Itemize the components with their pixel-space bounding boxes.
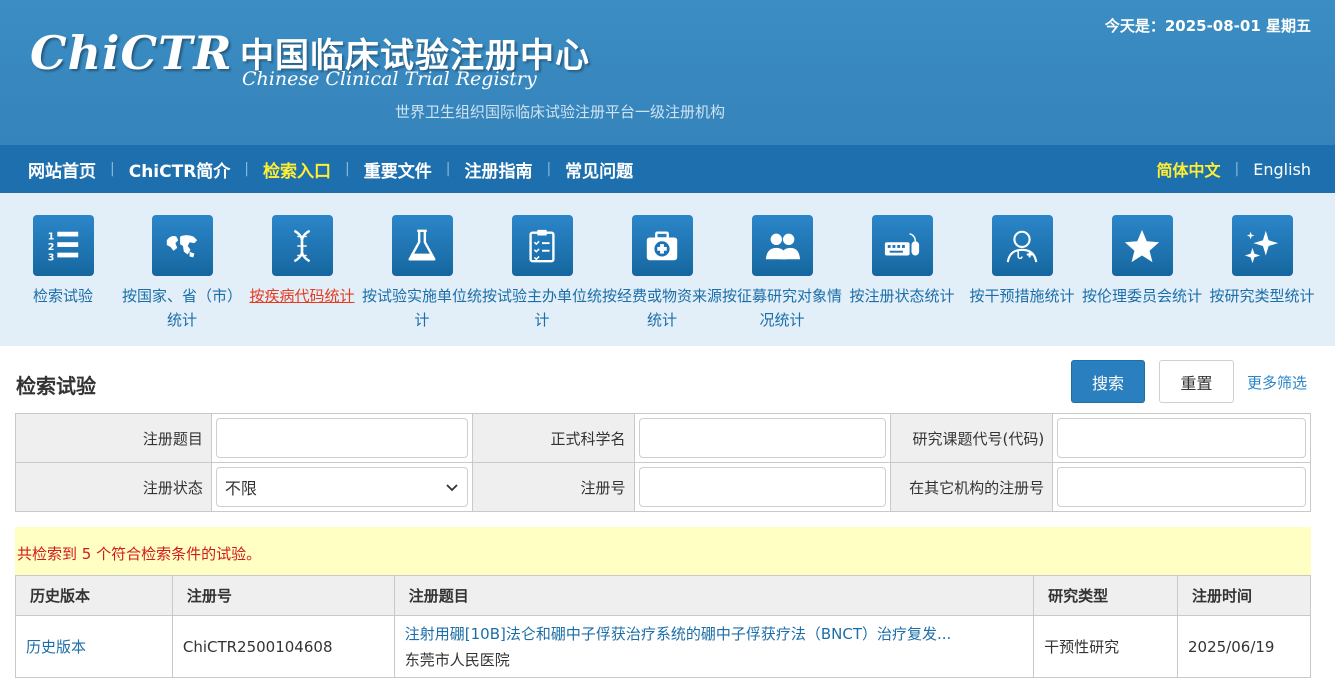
main-nav: 网站首页 | ChiCTR简介 | 检索入口 | 重要文件 | 注册指南 | 常… — [0, 145, 1335, 193]
search-button[interactable]: 搜索 — [1071, 360, 1145, 403]
svg-text:2: 2 — [48, 241, 55, 252]
history-version-link[interactable]: 历史版本 — [26, 638, 86, 656]
nav-search[interactable]: 检索入口 — [249, 157, 345, 182]
col-title: 注册题目 — [393, 575, 1035, 616]
nav-guide[interactable]: 注册指南 — [450, 157, 546, 182]
dna-icon — [271, 215, 333, 276]
today-date: 今天是：2025-08-01 星期五 — [1104, 17, 1311, 35]
page-title: 检索试验 — [16, 374, 96, 398]
nav-about[interactable]: ChiCTR简介 — [115, 157, 245, 182]
reg-date-cell: 2025/06/19 — [1177, 615, 1311, 678]
col-history: 历史版本 — [15, 575, 173, 616]
icon-ethics-stats[interactable]: 按伦理委员会统计 — [1082, 215, 1202, 308]
reg-no-label: 注册号 — [471, 462, 635, 512]
nav-documents[interactable]: 重要文件 — [350, 157, 446, 182]
reg-title-input[interactable] — [215, 418, 468, 458]
status-select[interactable]: 不限 — [215, 467, 468, 507]
chevron-down-icon — [446, 484, 458, 492]
sci-title-label: 正式科学名 — [471, 413, 635, 463]
results-table: 历史版本 注册号 注册题目 研究类型 注册时间 历史版本 ChiCTR25001… — [15, 575, 1311, 678]
nav-home[interactable]: 网站首页 — [14, 157, 110, 182]
trial-title-link[interactable]: 注射用硼[10B]法仑和硼中子俘获治疗系统的硼中子俘获疗法（BNCT）治疗复发.… — [405, 623, 1033, 644]
icon-implementer-stats[interactable]: 按试验实施单位统计 — [362, 215, 482, 332]
flask-icon — [391, 215, 453, 276]
icon-label: 按干预措施统计 — [969, 287, 1075, 305]
icon-label: 按国家、省（市）统计 — [122, 287, 243, 329]
icon-label: 按疾病代码统计 — [249, 287, 355, 305]
medical-kit-icon — [631, 215, 693, 276]
icon-label: 按经费或物资来源统计 — [602, 287, 723, 329]
icon-funding-stats[interactable]: 按经费或物资来源统计 — [602, 215, 722, 332]
sparkle-icon — [1231, 215, 1293, 276]
col-reg-date: 注册时间 — [1177, 575, 1311, 616]
icon-study-type-stats[interactable]: 按研究类型统计 — [1202, 215, 1322, 308]
reg-no-cell: ChiCTR2500104608 — [171, 615, 395, 678]
icon-sponsor-stats[interactable]: 按试验主办单位统计 — [482, 215, 602, 332]
icon-search-trials[interactable]: 123 检索试验 — [3, 215, 123, 308]
nav-faq[interactable]: 常见问题 — [551, 157, 647, 182]
reset-button[interactable]: 重置 — [1159, 360, 1234, 403]
chictr-logo[interactable]: ChiCTR — [30, 26, 233, 80]
table-row: 历史版本 ChiCTR2500104608 注射用硼[10B]法仑和硼中子俘获治… — [15, 615, 1311, 678]
people-icon — [751, 215, 813, 276]
icon-label: 按征募研究对象情况统计 — [722, 287, 843, 329]
other-reg-input[interactable] — [1057, 467, 1306, 507]
project-code-label: 研究课题代号(代码) — [890, 413, 1054, 463]
icon-label: 按注册状态统计 — [849, 287, 955, 305]
icon-status-stats[interactable]: 按注册状态统计 — [842, 215, 962, 308]
stats-icon-bar: 123 检索试验 按国家、省（市）统计 按疾病代码统计 按试验实施单位统计 按试… — [0, 193, 1335, 346]
icon-country-stats[interactable]: 按国家、省（市）统计 — [122, 215, 242, 332]
icon-label: 检索试验 — [32, 287, 93, 305]
status-select-value: 不限 — [224, 479, 257, 498]
other-reg-label: 在其它机构的注册号 — [890, 462, 1054, 512]
status-label: 注册状态 — [15, 462, 212, 512]
icon-label: 按试验实施单位统计 — [362, 287, 483, 329]
site-subtitle: 世界卫生组织国际临床试验注册平台一级注册机构 — [395, 103, 726, 121]
search-panel: 检索试验 搜索 重置 更多筛选 注册题目 正式科学名 研究课题代号(代码) 注册… — [2, 346, 1324, 690]
reg-title-label: 注册题目 — [15, 413, 212, 463]
keyboard-mouse-icon — [871, 215, 933, 276]
lang-english[interactable]: English — [1239, 160, 1311, 179]
study-type-cell: 干预性研究 — [1033, 615, 1178, 678]
doctor-icon — [991, 215, 1053, 276]
clipboard-icon — [511, 215, 573, 276]
icon-label: 按试验主办单位统计 — [482, 287, 603, 329]
result-summary: 共检索到 5 个符合检索条件的试验。 — [17, 545, 262, 563]
list-icon: 123 — [32, 215, 94, 276]
trial-org: 东莞市人民医院 — [404, 651, 510, 669]
site-title-en: Chinese Clinical Trial Registry — [242, 68, 537, 90]
reg-no-input[interactable] — [638, 467, 887, 507]
result-summary-bar: 共检索到 5 个符合检索条件的试验。 — [15, 527, 1311, 575]
lang-chinese[interactable]: 简体中文 — [1142, 157, 1234, 181]
icon-label: 按伦理委员会统计 — [1082, 287, 1203, 305]
project-code-input[interactable] — [1057, 418, 1306, 458]
col-study-type: 研究类型 — [1033, 575, 1178, 616]
svg-text:3: 3 — [48, 252, 55, 263]
more-filters-link[interactable]: 更多筛选 — [1247, 372, 1307, 393]
col-reg-no: 注册号 — [171, 575, 395, 616]
icon-label: 按研究类型统计 — [1209, 287, 1315, 305]
star-icon — [1111, 215, 1173, 276]
site-header: ChiCTR 中国临床试验注册中心 Chinese Clinical Trial… — [0, 0, 1335, 145]
sci-title-input[interactable] — [638, 418, 887, 458]
icon-intervention-stats[interactable]: 按干预措施统计 — [962, 215, 1082, 308]
world-map-icon — [151, 215, 213, 276]
icon-disease-stats[interactable]: 按疾病代码统计 — [242, 215, 362, 308]
icon-recruit-stats[interactable]: 按征募研究对象情况统计 — [722, 215, 842, 332]
search-form: 注册题目 正式科学名 研究课题代号(代码) 注册状态 不限 注册号 在其它机构的… — [15, 413, 1311, 512]
svg-text:1: 1 — [48, 231, 55, 242]
